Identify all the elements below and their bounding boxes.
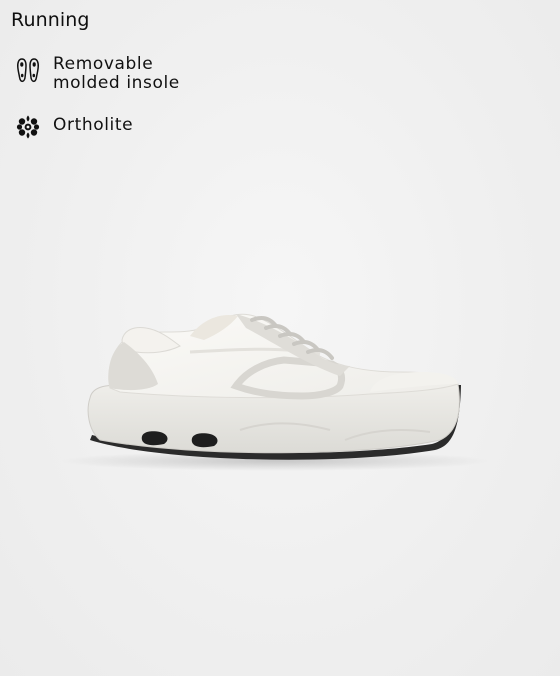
category-title: Running bbox=[11, 9, 90, 31]
feature-label-line: Removable bbox=[53, 54, 154, 74]
feature-label-line: molded insole bbox=[53, 73, 180, 93]
feature-removable-insole: Removable molded insole bbox=[15, 55, 180, 93]
sneaker-image bbox=[60, 313, 490, 471]
feature-ortholite: Ortholite bbox=[15, 114, 133, 140]
product-image-stage: Running Removable molded insole Ortholit… bbox=[0, 0, 560, 676]
feature-label: Ortholite bbox=[53, 115, 134, 135]
feature-label: Removable molded insole bbox=[53, 55, 180, 93]
insole-icon bbox=[15, 57, 41, 83]
ortholite-icon bbox=[15, 114, 41, 140]
